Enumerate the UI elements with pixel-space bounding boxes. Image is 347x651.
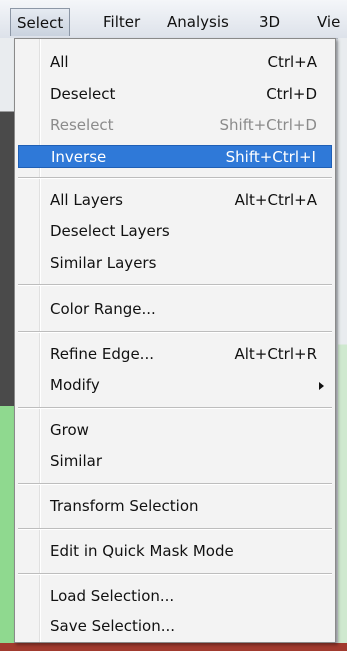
menu-item-similar-layers[interactable]: Similar Layers xyxy=(18,252,332,275)
menu-item-label: Deselect xyxy=(50,85,116,103)
submenu-arrow-icon xyxy=(319,382,324,390)
menu-item-label: Save Selection... xyxy=(50,617,176,635)
menu-bar: Select Filter Analysis 3D Vie xyxy=(0,0,347,39)
menu-select[interactable]: Select xyxy=(10,8,71,36)
menu-item-label: Similar Layers xyxy=(50,254,157,272)
menu-separator xyxy=(18,528,332,530)
menu-item-shortcut: Ctrl+D xyxy=(266,85,317,103)
menu-item-shortcut: Alt+Ctrl+A xyxy=(234,191,317,209)
menu-item-label: Deselect Layers xyxy=(50,222,170,240)
menu-item-deselect-layers[interactable]: Deselect Layers xyxy=(18,220,332,243)
menu-item-reselect: Reselect Shift+Ctrl+D xyxy=(18,114,332,137)
canvas-bottom-edge xyxy=(0,643,347,651)
menu-item-label: Modify xyxy=(50,376,100,394)
menu-item-color-range[interactable]: Color Range... xyxy=(18,298,332,321)
menu-separator xyxy=(18,483,332,485)
menu-item-refine-edge[interactable]: Refine Edge... Alt+Ctrl+R xyxy=(18,343,332,366)
menu-item-inverse[interactable]: Inverse Shift+Ctrl+I xyxy=(18,145,332,168)
menu-view[interactable]: Vie xyxy=(317,10,340,34)
menu-separator xyxy=(18,331,332,333)
menu-item-quick-mask[interactable]: Edit in Quick Mask Mode xyxy=(18,540,332,563)
menu-item-shortcut: Shift+Ctrl+I xyxy=(225,148,316,166)
menu-item-label: Reselect xyxy=(50,116,114,134)
select-menu-dropdown: All Ctrl+A Deselect Ctrl+D Reselect Shif… xyxy=(14,38,336,643)
menu-item-label: All xyxy=(50,53,69,71)
menu-separator xyxy=(18,284,332,286)
menu-item-label: Grow xyxy=(50,421,89,439)
menu-item-label: Color Range... xyxy=(50,300,156,318)
menu-item-modify[interactable]: Modify xyxy=(18,374,332,397)
menu-item-deselect[interactable]: Deselect Ctrl+D xyxy=(18,83,332,106)
menu-filter[interactable]: Filter xyxy=(103,10,140,34)
menu-item-save-selection[interactable]: Save Selection... xyxy=(18,615,332,638)
menu-item-label: Similar xyxy=(50,452,102,470)
menu-separator xyxy=(18,407,332,409)
menu-3d[interactable]: 3D xyxy=(259,10,280,34)
menu-item-label: Inverse xyxy=(51,148,107,166)
menu-separator xyxy=(18,177,332,179)
canvas-left-edge xyxy=(0,38,14,651)
menu-item-shortcut: Ctrl+A xyxy=(267,53,317,71)
menu-item-label: Transform Selection xyxy=(50,497,199,515)
menu-item-label: Edit in Quick Mask Mode xyxy=(50,542,234,560)
menu-item-all-layers[interactable]: All Layers Alt+Ctrl+A xyxy=(18,189,332,212)
menu-item-similar[interactable]: Similar xyxy=(18,450,332,473)
menu-item-all[interactable]: All Ctrl+A xyxy=(18,51,332,74)
menu-item-grow[interactable]: Grow xyxy=(18,419,332,442)
menu-item-transform-selection[interactable]: Transform Selection xyxy=(18,495,332,518)
menu-item-shortcut: Alt+Ctrl+R xyxy=(234,345,317,363)
menu-item-label: Load Selection... xyxy=(50,587,175,605)
canvas-right-edge xyxy=(338,38,347,651)
menu-item-label: Refine Edge... xyxy=(50,345,154,363)
menu-analysis[interactable]: Analysis xyxy=(167,10,229,34)
menu-item-label: All Layers xyxy=(50,191,124,209)
menu-item-load-selection[interactable]: Load Selection... xyxy=(18,585,332,608)
menu-separator xyxy=(18,573,332,575)
menu-item-shortcut: Shift+Ctrl+D xyxy=(219,116,317,134)
